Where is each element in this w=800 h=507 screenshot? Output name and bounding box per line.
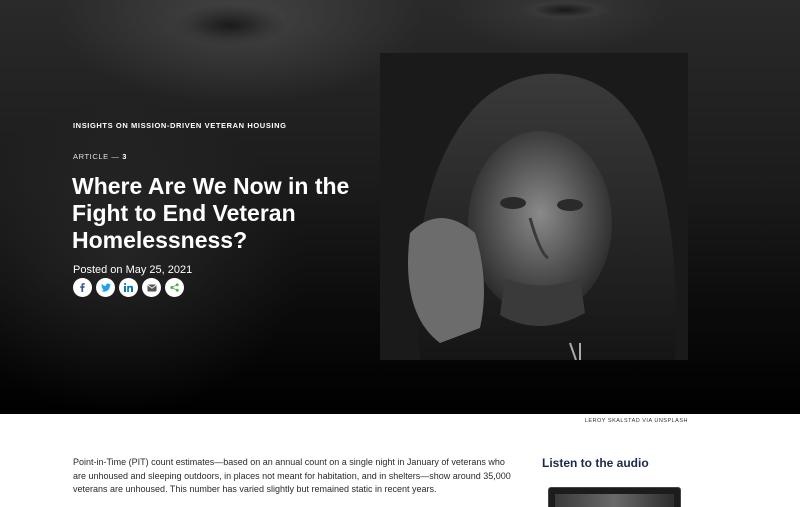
audio-player[interactable] [548, 487, 681, 507]
page-title: Where Are We Now in the Fight to End Vet… [72, 173, 350, 253]
email-share-button[interactable] [142, 278, 161, 297]
twitter-share-button[interactable] [96, 278, 115, 297]
background-eye-shadow [520, 0, 610, 20]
portrait-image [380, 53, 688, 360]
audio-section-heading: Listen to the audio [542, 456, 649, 470]
article-paragraph: Point-in-Time (PIT) count estimates—base… [73, 457, 511, 494]
post-date: Posted on May 25, 2021 [73, 264, 193, 276]
facebook-share-button[interactable] [73, 278, 92, 297]
linkedin-share-button[interactable] [119, 278, 138, 297]
twitter-icon [100, 283, 111, 292]
email-icon [147, 284, 156, 291]
share-bar [73, 278, 184, 297]
more-share-button[interactable] [165, 278, 184, 297]
hero-banner: INSIGHTS ON MISSION-DRIVEN VETERAN HOUSI… [0, 0, 800, 414]
photo-credit: LEROY SKALSTAD VIA UNSPLASH [584, 418, 688, 424]
article-number: 3 [122, 152, 127, 161]
article-label: ARTICLE — 3 [73, 152, 127, 161]
facebook-icon [80, 283, 85, 292]
linkedin-icon [124, 283, 133, 292]
audio-player-thumbnail [555, 494, 674, 507]
series-kicker[interactable]: INSIGHTS ON MISSION-DRIVEN VETERAN HOUSI… [73, 121, 287, 130]
featured-photo [380, 53, 688, 360]
share-icon [170, 283, 179, 292]
background-eye-shadow [175, 5, 285, 45]
article-label-text: ARTICLE — [73, 152, 120, 161]
